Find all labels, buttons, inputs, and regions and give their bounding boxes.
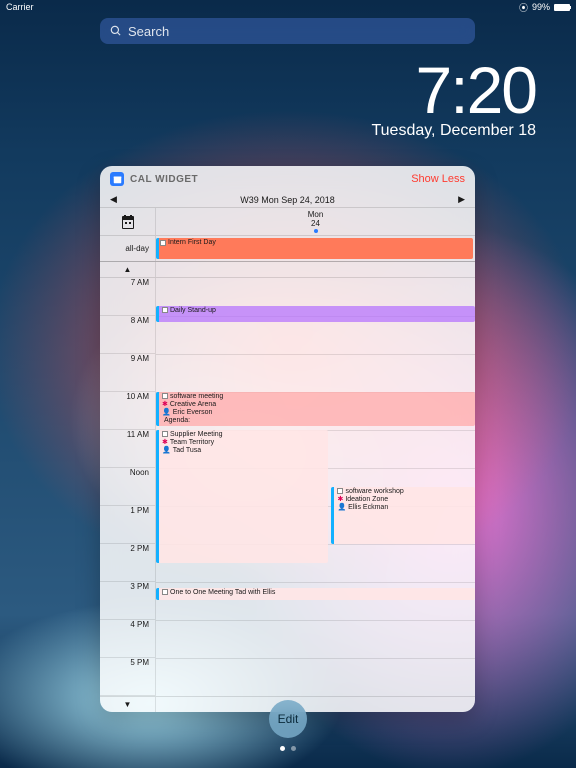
status-bar: Carrier ⦿ 99% [0,0,576,14]
hour-label: Noon [100,468,155,506]
all-day-label: all-day [100,236,156,261]
checkbox-icon [162,589,168,595]
checkbox-icon [162,431,168,437]
battery-icon [554,4,570,11]
calendar-icon [120,214,136,230]
search-icon [110,25,122,37]
checkbox-icon [162,393,168,399]
clock-time: 7:20 [371,52,536,128]
widget-header: CAL WIDGET Show Less [100,166,475,192]
calendar-app-icon [110,172,124,186]
lockscreen-clock: 7:20 Tuesday, December 18 [371,52,536,140]
event-daily-standup[interactable]: Daily Stand-up [156,306,475,322]
show-less-button[interactable]: Show Less [411,173,465,185]
battery-pct: 99% [532,2,550,12]
search-placeholder: Search [128,24,169,39]
week-label: W39 Mon Sep 24, 2018 [240,195,335,205]
event-intern-first-day[interactable]: Intern First Day [156,238,473,259]
page-dot [291,746,296,751]
event-supplier-meeting[interactable]: Supplier Meeting ✱Team Territory 👤Tad Tu… [156,430,328,563]
spotlight-search[interactable]: Search [100,18,475,44]
day-number: 24 [311,219,320,228]
all-day-row: all-day Intern First Day [100,236,475,262]
calendar-icon-cell[interactable] [100,208,156,235]
hour-label: 4 PM [100,620,155,658]
page-dot-active [280,746,285,751]
up-arrow-icon: ▲ [124,265,132,274]
edit-widgets-button[interactable]: Edit [269,700,307,738]
day-of-week: Mon [308,210,324,219]
next-week-button[interactable]: ▶ [458,194,465,205]
event-software-workshop[interactable]: software workshop ✱Ideation Zone 👤Ellis … [331,487,475,544]
hour-gutter: 7 AM 8 AM 9 AM 10 AM 11 AM Noon 1 PM 2 P… [100,278,156,696]
carrier-label: Carrier [6,2,34,12]
day-header: Mon 24 [100,208,475,236]
event-software-meeting[interactable]: software meeting ✱Creative Arena 👤Eric E… [156,392,475,426]
hour-label: 5 PM [100,658,155,696]
down-arrow-icon: ▼ [124,700,132,709]
cal-widget: CAL WIDGET Show Less ◀ W39 Mon Sep 24, 2… [100,166,475,712]
week-nav: ◀ W39 Mon Sep 24, 2018 ▶ [100,192,475,208]
hour-label: 7 AM [100,278,155,316]
widget-title: CAL WIDGET [130,174,198,185]
time-grid[interactable]: 7 AM 8 AM 9 AM 10 AM 11 AM Noon 1 PM 2 P… [100,278,475,696]
checkbox-icon [162,307,168,313]
hour-label: 3 PM [100,582,155,620]
event-area: Daily Stand-up software meeting ✱Creativ… [156,278,475,696]
hour-label: 9 AM [100,354,155,392]
today-dot [314,229,318,233]
page-indicator[interactable] [280,746,296,751]
day-column-header[interactable]: Mon 24 [156,208,475,235]
hour-label: 11 AM [100,430,155,468]
hour-label: 2 PM [100,544,155,582]
hour-label: 8 AM [100,316,155,354]
hour-label: 10 AM [100,392,155,430]
checkbox-icon [160,240,166,246]
checkbox-icon [337,488,343,494]
scroll-up-row[interactable]: ▲ [100,262,475,278]
event-one-to-one[interactable]: One to One Meeting Tad with Ellis [156,588,475,600]
clock-date: Tuesday, December 18 [371,122,536,140]
prev-week-button[interactable]: ◀ [110,194,117,205]
wifi-icon: ⦿ [519,1,528,14]
hour-label: 1 PM [100,506,155,544]
